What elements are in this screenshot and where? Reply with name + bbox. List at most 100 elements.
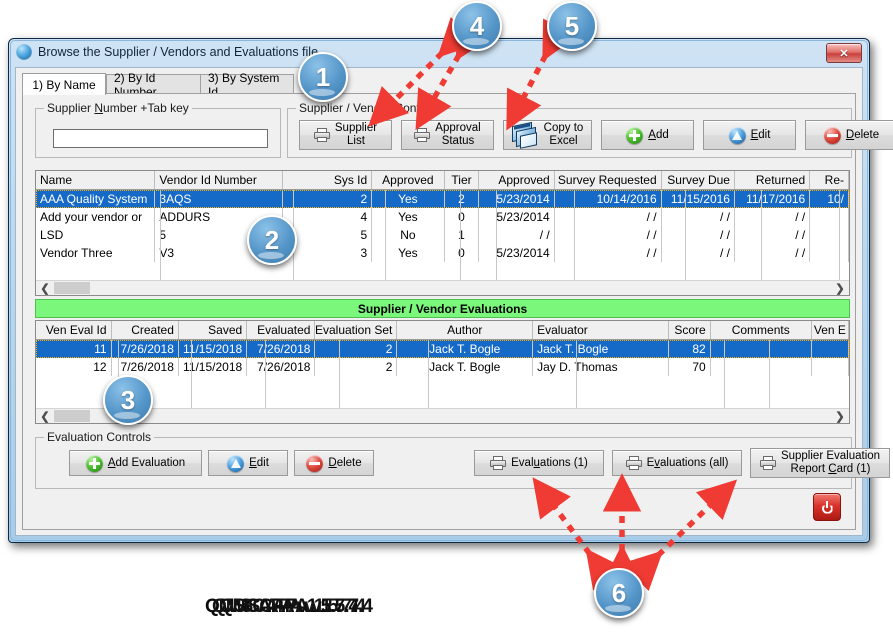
supplier-grid-cell: 2 [283, 190, 373, 208]
triangle-circle-icon [728, 126, 746, 144]
evaluations-grid-header-cell[interactable]: Saved [179, 321, 248, 339]
supplier-grid-hscrollbar[interactable]: ❮ ❯ [36, 280, 849, 295]
evaluations-grid-header: Ven Eval Id Created Saved Evaluated Evaluati… [36, 321, 849, 340]
minus-circle-icon [823, 126, 841, 144]
print-evaluations-all-label: Evaluations (all) [646, 456, 729, 469]
copy-to-excel-button[interactable]: Copy to Excel [503, 120, 592, 150]
supplier-grid-header-cell[interactable]: Returned [735, 171, 811, 189]
evaluations-grid-header-cell[interactable]: Score [669, 321, 711, 339]
evaluations-grid-header-cell[interactable]: Ven E [812, 321, 849, 339]
footer-logo: QMSCAPA v1.5.7.4 QMSCAPA v1.5.7.4 QMSCAP… [205, 596, 395, 622]
add-supplier-label: Add [648, 128, 669, 141]
close-button[interactable]: ✕ [826, 43, 862, 63]
evaluations-grid[interactable]: Ven Eval Id Created Saved Evaluated Evaluati… [35, 320, 850, 424]
approval-status-button[interactable]: Approval Status [401, 120, 494, 150]
supplier-grid-header-cell[interactable]: Name [36, 171, 156, 189]
supplier-grid-cell: / / [555, 226, 662, 244]
supplier-number-input[interactable] [53, 129, 268, 148]
edit-evaluation-label: Edit [249, 456, 269, 469]
callout-2: 2 [247, 215, 297, 265]
supplier-grid-header-cell[interactable]: Sys Id [283, 171, 373, 189]
tab-by-id-number[interactable]: 2) By Id Number [106, 71, 201, 99]
evaluations-grid-cell: 11/15/2018 [179, 340, 248, 358]
evaluations-grid-cell: 2 [315, 358, 398, 376]
callout-6: 6 [594, 568, 644, 618]
print-evaluations-all-button[interactable]: Evaluations (all) [612, 450, 742, 476]
evaluations-grid-header-cell[interactable]: Evaluated [247, 321, 316, 339]
supplier-grid-row[interactable]: Vendor Three V3 3 Yes 0 5/23/2014/ / / / / / [36, 244, 849, 262]
evaluations-grid-cell: 82 [669, 340, 711, 358]
supplier-grid-cell: 2 [445, 190, 480, 208]
add-supplier-button[interactable]: Add [601, 120, 694, 150]
printer-icon [313, 128, 330, 142]
supplier-grid-cell: No [372, 226, 445, 244]
supplier-grid-cell: 10/ [810, 190, 849, 208]
supplier-grid-cell: / / [735, 244, 811, 262]
supplier-grid-header-cell[interactable]: Approved [479, 171, 555, 189]
evaluations-grid-row[interactable]: 11 7/26/2018 11/15/2018 7/26/2018 2 Jack T. B… [36, 340, 849, 358]
supplier-grid-row[interactable]: Add your vendor or ADDURS 4 Yes 0 5/23/2014/ … [36, 208, 849, 226]
evaluations-grid-header-cell[interactable]: Ven Eval Id [36, 321, 112, 339]
edit-evaluation-button[interactable]: Edit [208, 450, 288, 476]
supplier-grid-cell: Add your vendor or [36, 208, 156, 226]
scroll-left-icon[interactable]: ❮ [38, 409, 52, 423]
supplier-grid-cell: / / [735, 226, 811, 244]
print-report-card-button[interactable]: Supplier Evaluation Report Card (1) [750, 448, 890, 478]
evaluations-grid-header-cell[interactable]: Comments [711, 321, 812, 339]
delete-evaluation-button[interactable]: Delete [294, 450, 374, 476]
edit-supplier-button[interactable]: Edit [703, 120, 796, 150]
supplier-grid-cell: / / [555, 208, 662, 226]
evaluations-grid-header-cell[interactable]: Evaluation Set [315, 321, 398, 339]
supplier-grid-scroll-thumb[interactable] [54, 282, 90, 294]
evaluations-grid-header-cell[interactable]: Created [112, 321, 179, 339]
evaluations-grid-cell: 11 [36, 340, 112, 358]
supplier-vendor-controls-caption: Supplier / Vendor Controls [296, 101, 443, 115]
scroll-right-icon[interactable]: ❯ [833, 281, 847, 295]
tab-by-system-id[interactable]: 3) By System Id [200, 71, 294, 99]
evaluations-grid-scroll-thumb[interactable] [54, 410, 90, 422]
supplier-grid-cell: Vendor Three [36, 244, 156, 262]
tab-underline [22, 93, 856, 94]
add-evaluation-button[interactable]: Add Evaluation [69, 450, 202, 476]
supplier-grid-header-cell[interactable]: Tier [445, 171, 480, 189]
evaluations-grid-hscrollbar[interactable]: ❮ ❯ [36, 408, 849, 423]
print-evaluations-one-label: Evaluations (1) [511, 456, 588, 469]
printer-icon [625, 456, 642, 470]
evaluations-grid-cell: 70 [669, 358, 711, 376]
evaluations-grid-header-cell[interactable]: Evaluator [533, 321, 669, 339]
supplier-grid-cell: Yes [372, 190, 445, 208]
scroll-left-icon[interactable]: ❮ [38, 281, 52, 295]
copy-to-excel-label: Copy to Excel [543, 122, 584, 147]
supplier-grid-header-cell[interactable]: Vendor Id Number [155, 171, 284, 189]
supplier-number-group-caption: Supplier Number +Tab key [44, 101, 192, 115]
evaluations-grid-cell: Jack T. Bogle [533, 340, 669, 358]
callout-5: 5 [547, 1, 597, 51]
supplier-grid-cell: / / [555, 244, 662, 262]
tab-strip: 1) By Name 2) By Id Number 3) By System … [22, 71, 856, 99]
supplier-list-button[interactable]: Supplier List [299, 120, 392, 150]
supplier-grid-cell: 0 [445, 208, 480, 226]
supplier-grid-cell [810, 208, 849, 226]
evaluations-grid-header-cell[interactable]: Author [397, 321, 534, 339]
scroll-right-icon[interactable]: ❯ [833, 409, 847, 423]
supplier-grid-row[interactable]: LSD 5 5 No 1/ / / / / / / / [36, 226, 849, 244]
supplier-number-group: Supplier Number +Tab key [35, 101, 281, 158]
tab-by-name[interactable]: 1) By Name [22, 73, 106, 95]
supplier-grid-header-cell[interactable]: Re- [810, 171, 849, 189]
supplier-grid-header-cell[interactable]: Approved [372, 171, 445, 189]
evaluations-grid-cell: 7/26/2018 [247, 340, 316, 358]
print-evaluations-one-button[interactable]: Evaluations (1) [474, 450, 604, 476]
supplier-grid[interactable]: Name Vendor Id Number Sys Id Approved Tier Ap… [35, 170, 850, 296]
supplier-grid-header-cell[interactable]: Survey Requested [555, 171, 662, 189]
supplier-grid-header-cell[interactable]: Survey Due [662, 171, 735, 189]
supplier-grid-row[interactable]: AAA Quality System 3AQS 2 Yes 2 5/23/2014 10/1… [36, 190, 849, 208]
print-report-card-label: Supplier Evaluation Report Card (1) [780, 450, 881, 475]
title-bar[interactable]: Browse the Supplier / Vendors and Evalua… [9, 39, 869, 65]
evaluations-grid-cell: 7/26/2018 [112, 358, 179, 376]
add-evaluation-label: Add Evaluation [107, 456, 186, 469]
delete-supplier-button[interactable]: Delete [805, 120, 893, 150]
supplier-grid-cell: / / [479, 226, 555, 244]
evaluations-grid-row[interactable]: 12 7/26/2018 11/15/2018 7/26/2018 2 Jack T. B… [36, 358, 849, 376]
evaluations-grid-cell: Jack T. Bogle [397, 358, 534, 376]
exit-power-button[interactable] [813, 493, 841, 521]
